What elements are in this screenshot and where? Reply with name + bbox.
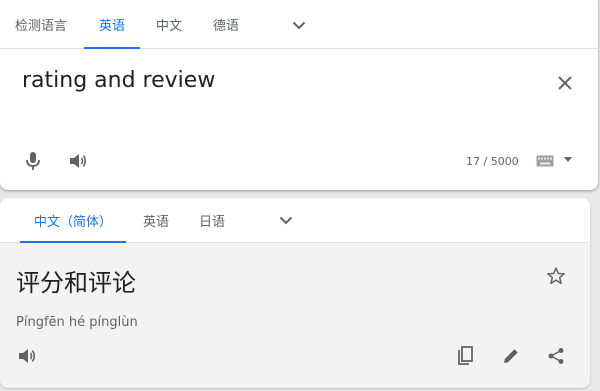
star-icon[interactable] <box>543 263 569 289</box>
target-language-tabs: 中文（简体） 英语 日语 <box>0 198 590 243</box>
source-text-input[interactable]: rating and review <box>22 68 215 93</box>
tab-chinese-simplified[interactable]: 中文（简体） <box>20 198 126 243</box>
source-language-tabs: 检测语言 英语 中文 德语 <box>0 0 598 49</box>
tab-english-source[interactable]: 英语 <box>84 0 140 49</box>
copy-icon[interactable] <box>452 343 478 369</box>
share-icon[interactable] <box>543 343 569 369</box>
tab-japanese-target[interactable]: 日语 <box>186 198 238 242</box>
tab-detect-language[interactable]: 检测语言 <box>0 0 82 48</box>
translation-text: 评分和评论 <box>16 269 136 297</box>
pencil-icon[interactable] <box>498 343 524 369</box>
chevron-down-icon[interactable] <box>286 12 312 38</box>
speaker-icon[interactable] <box>65 148 91 174</box>
keyboard-icon[interactable] <box>534 152 556 170</box>
character-count: 17 / 5000 <box>466 155 519 168</box>
speaker-icon[interactable] <box>14 343 40 369</box>
chevron-down-icon[interactable] <box>562 154 574 166</box>
tab-german-source[interactable]: 德语 <box>198 0 254 48</box>
microphone-icon[interactable] <box>20 148 46 174</box>
tab-english-target[interactable]: 英语 <box>130 198 182 242</box>
close-icon[interactable] <box>552 70 578 96</box>
romanization-text: Píngfēn hé pínglùn <box>16 315 138 330</box>
chevron-down-icon[interactable] <box>273 207 299 233</box>
tab-chinese-source[interactable]: 中文 <box>141 0 197 48</box>
source-panel: 检测语言 英语 中文 德语 rating and review 17 / 500… <box>0 0 598 190</box>
